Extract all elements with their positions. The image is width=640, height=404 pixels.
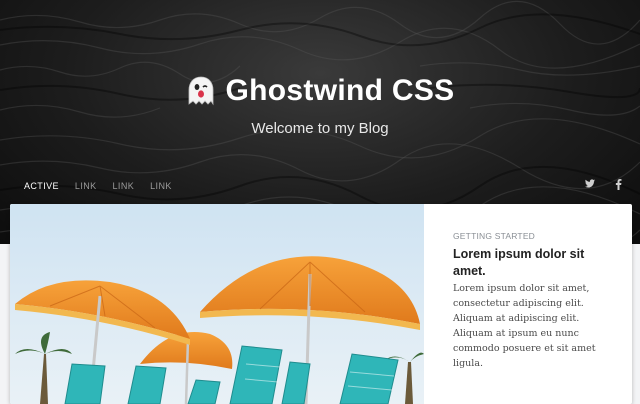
post-category[interactable]: GETTING STARTED	[453, 231, 613, 241]
site-branding: Ghostwind CSS Welcome to my Blog	[0, 74, 640, 137]
main-nav: ACTIVE LINK LINK LINK	[24, 181, 172, 191]
nav-item-link-1[interactable]: LINK	[75, 181, 97, 191]
post-title[interactable]: Lorem ipsum dolor sit amet.	[453, 246, 613, 280]
nav-item-link-2[interactable]: LINK	[113, 181, 135, 191]
beach-umbrellas-photo[interactable]	[10, 204, 424, 404]
facebook-icon[interactable]	[612, 179, 624, 193]
twitter-icon[interactable]	[584, 179, 596, 193]
site-title: Ghostwind CSS	[225, 74, 455, 107]
social-links	[584, 179, 624, 193]
post-summary: GETTING STARTED Lorem ipsum dolor sit am…	[453, 231, 613, 381]
site-tagline: Welcome to my Blog	[251, 120, 389, 137]
ghost-icon	[188, 76, 213, 106]
post-excerpt: Lorem ipsum dolor sit amet, consectetur …	[453, 283, 596, 369]
nav-item-active[interactable]: ACTIVE	[24, 181, 59, 191]
nav-item-link-3[interactable]: LINK	[150, 181, 172, 191]
featured-post-card[interactable]: GETTING STARTED Lorem ipsum dolor sit am…	[10, 204, 632, 404]
site-title-row[interactable]: Ghostwind CSS	[186, 74, 455, 108]
